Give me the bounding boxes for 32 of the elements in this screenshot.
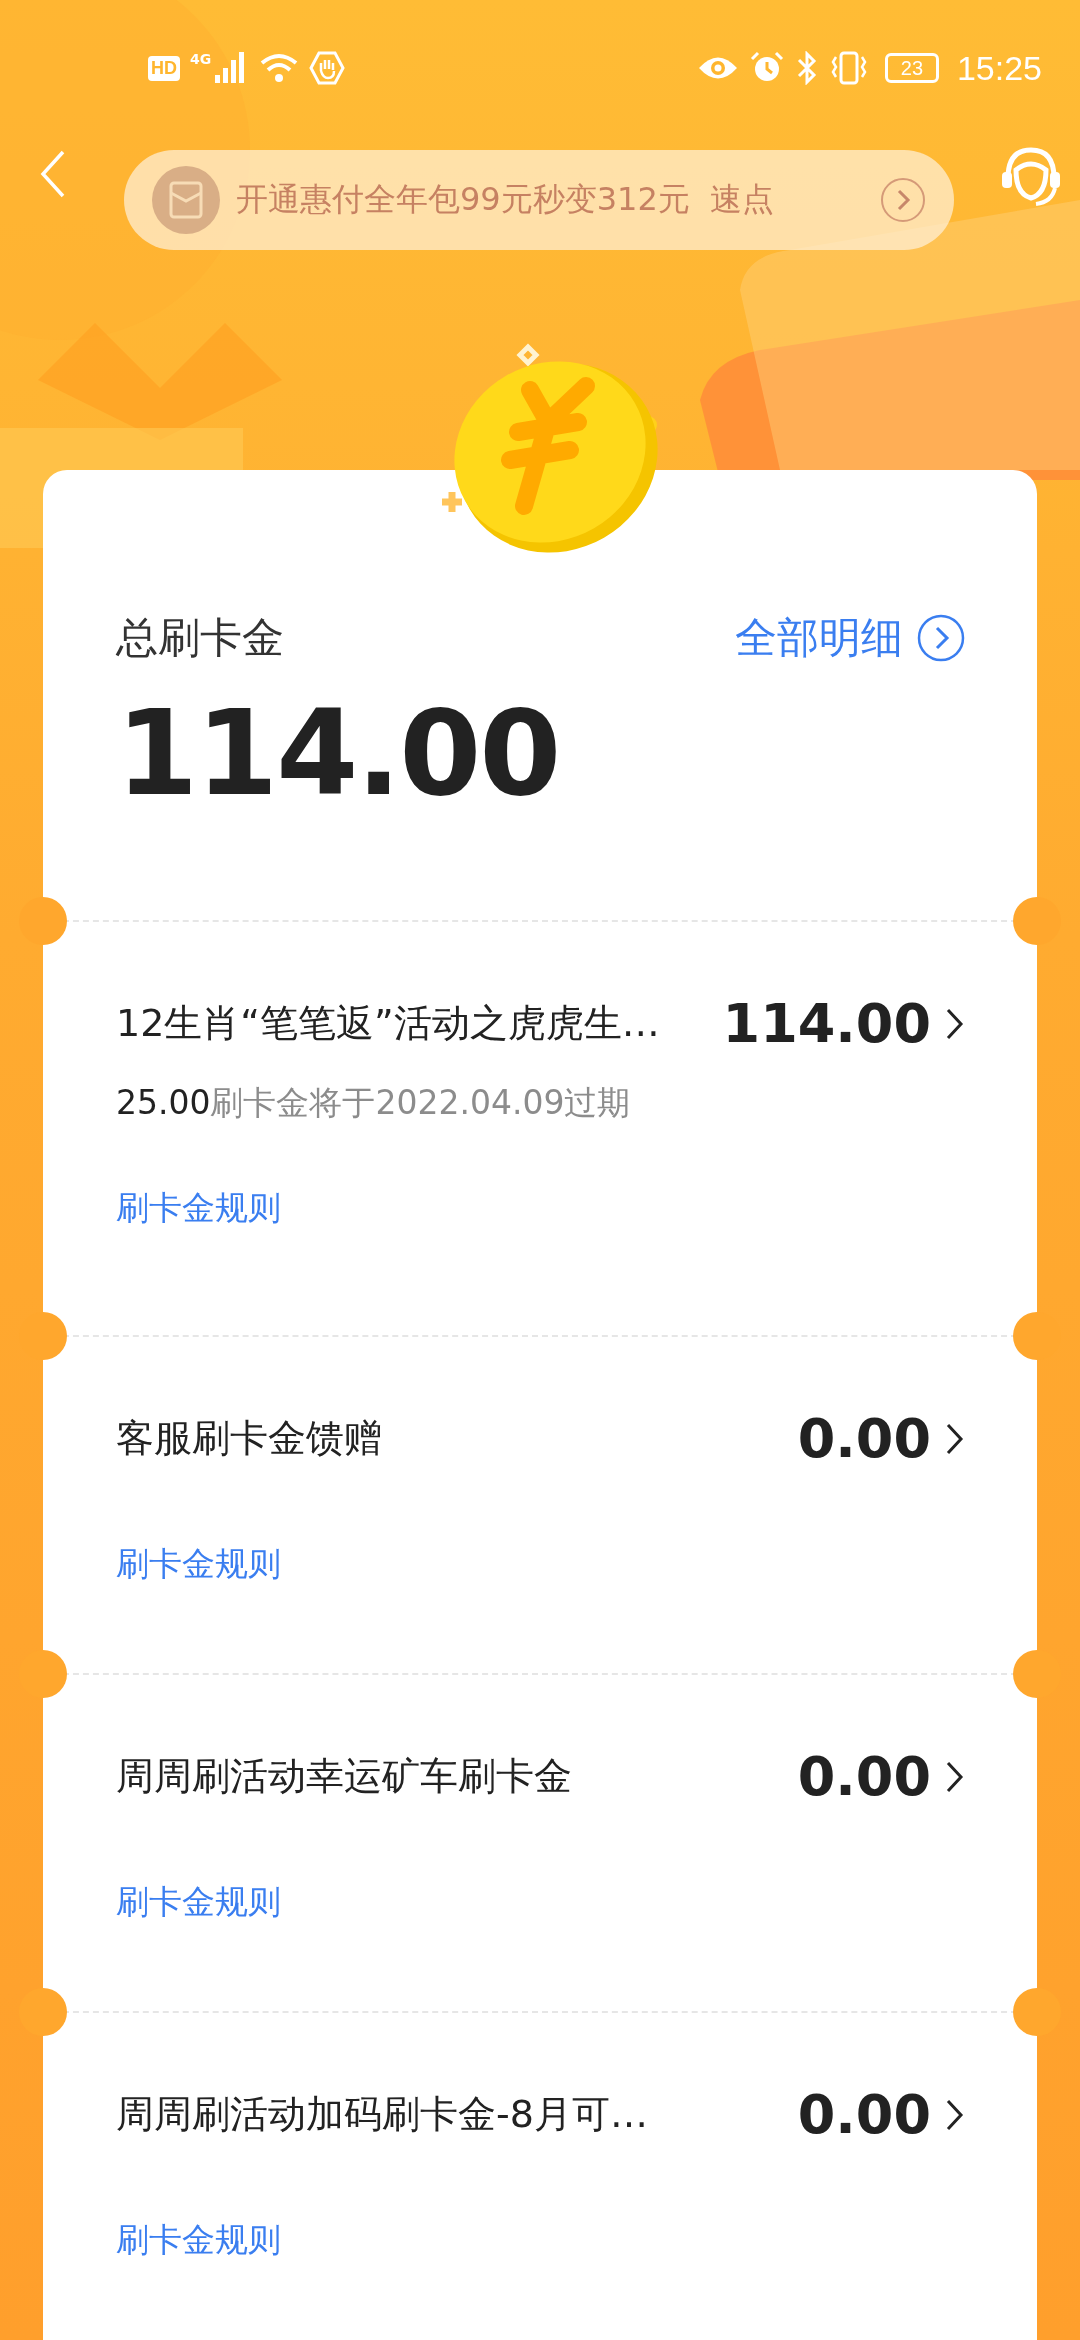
status-time: 15:25 [956, 48, 1042, 88]
promo-action: 速点 [709, 180, 774, 219]
credit-item[interactable]: 周周刷活动幸运矿车刷卡金 0.00 [116, 1745, 965, 1808]
card-notch [19, 897, 67, 945]
battery-indicator: 23 [884, 53, 939, 83]
chevron-right-icon [945, 1759, 965, 1794]
promo-text: 开通惠付全年包99元秒变312元 [236, 179, 690, 220]
wifi-icon [259, 51, 300, 85]
chevron-right-icon [945, 1006, 965, 1041]
chevron-circle-icon [880, 177, 926, 223]
expiry-note: 25.00刷卡金将于2022.04.09过期 [116, 1082, 632, 1124]
network-type: 4G [190, 51, 212, 67]
card-notch [1013, 897, 1061, 945]
hand-icon [309, 51, 346, 85]
chevron-circle-icon [917, 614, 965, 662]
back-button[interactable] [40, 150, 66, 198]
hd-indicator: HD [148, 55, 180, 81]
rules-link[interactable]: 刷卡金规则 [116, 1880, 281, 1925]
chevron-right-icon [945, 1421, 965, 1456]
rules-link[interactable]: 刷卡金规则 [116, 1186, 281, 1231]
credit-item[interactable]: 周周刷活动加码刷卡金-8月可… 0.00 [116, 2083, 965, 2146]
all-details-link[interactable]: 全部明细 [735, 610, 965, 666]
rules-link[interactable]: 刷卡金规则 [116, 1542, 281, 1587]
rules-link[interactable]: 刷卡金规则 [116, 2218, 281, 2263]
credit-item[interactable]: 12生肖“笔笔返”活动之虎虎生… 114.00 [116, 992, 965, 1055]
promo-banner[interactable]: 开通惠付全年包99元秒变312元 速点 [124, 150, 954, 250]
total-amount: 114.00 [116, 684, 561, 822]
credit-item[interactable]: 客服刷卡金馈赠 0.00 [116, 1407, 965, 1470]
total-label: 总刷卡金 [116, 612, 284, 664]
chevron-right-icon [945, 2097, 965, 2132]
card-notch [19, 1988, 67, 2036]
card-notch [1013, 1988, 1061, 2036]
